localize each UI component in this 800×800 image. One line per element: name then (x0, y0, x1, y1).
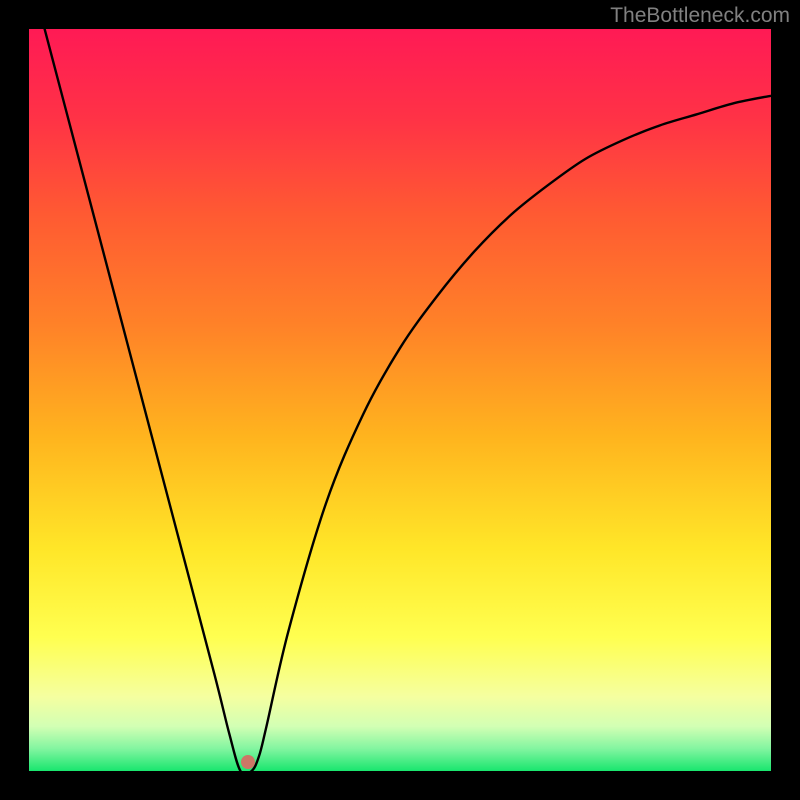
optimal-point-marker (241, 755, 255, 769)
chart-svg (29, 29, 771, 771)
plot-area (29, 29, 771, 771)
gradient-background (29, 29, 771, 771)
chart-frame: TheBottleneck.com (0, 0, 800, 800)
watermark-text: TheBottleneck.com (610, 4, 790, 28)
